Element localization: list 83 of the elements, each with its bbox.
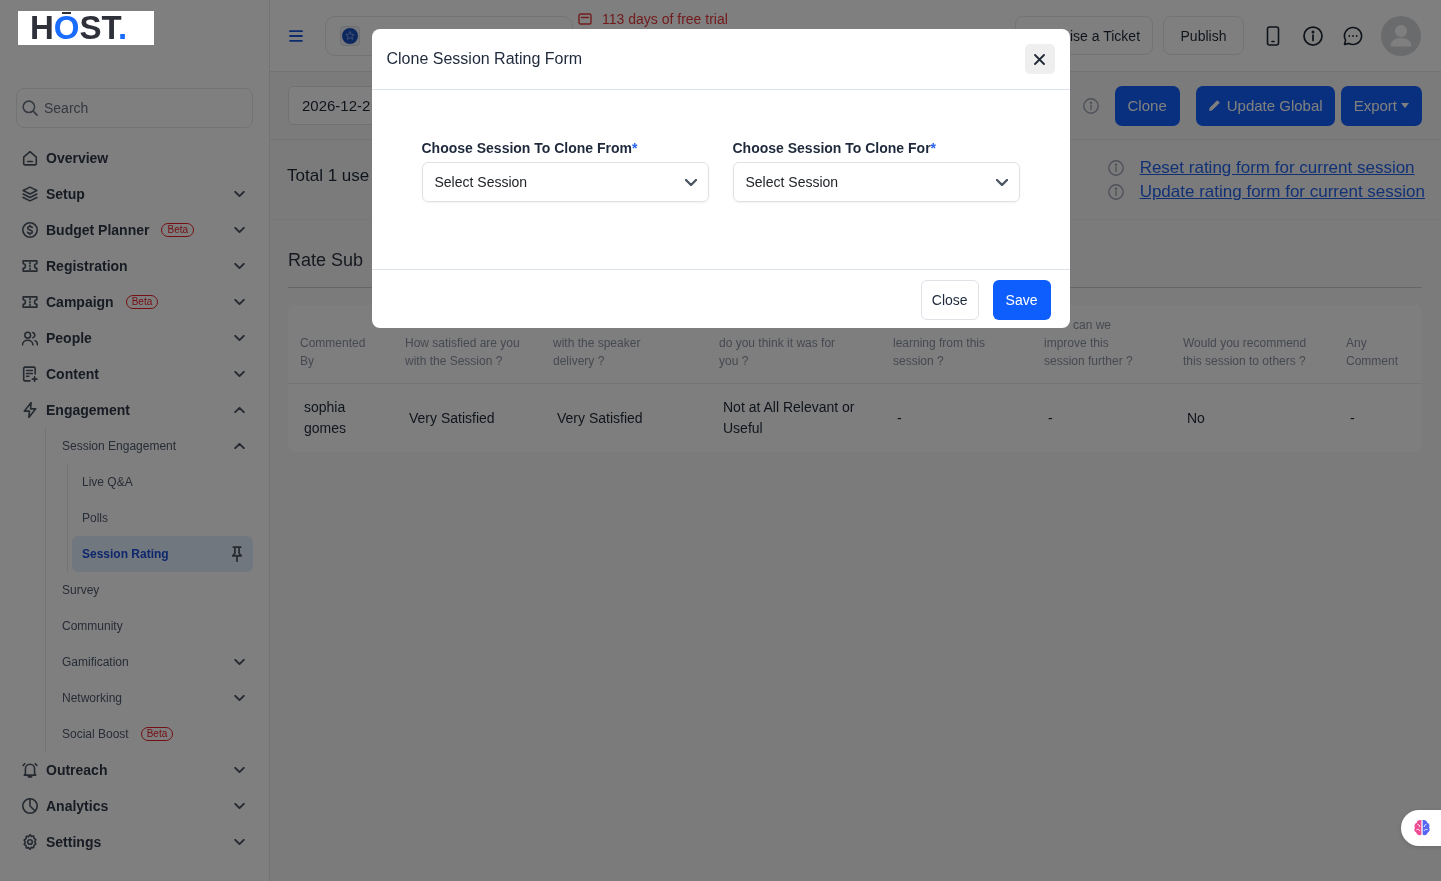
pin-icon[interactable] bbox=[229, 546, 245, 562]
nav-item[interactable]: Budget Planner Beta bbox=[16, 212, 253, 248]
chevron-down-icon bbox=[995, 178, 1008, 186]
pencil-icon bbox=[1207, 99, 1221, 112]
info-icon[interactable] bbox=[1303, 25, 1323, 46]
close-dialog-button[interactable]: Close bbox=[920, 280, 979, 320]
ticket-icon bbox=[22, 258, 38, 274]
column-header: Any Comment bbox=[1345, 335, 1399, 370]
pie-chart-icon bbox=[22, 798, 38, 814]
bell-icon bbox=[22, 762, 38, 778]
home-icon bbox=[22, 150, 38, 166]
table-cell-text: - bbox=[1349, 408, 1356, 428]
nav-item[interactable]: Polls bbox=[72, 500, 253, 536]
card-icon bbox=[578, 13, 592, 25]
menu-icon[interactable] bbox=[289, 29, 303, 42]
column-header: Would you recommend this session to others ? bbox=[1182, 335, 1308, 370]
ticket-icon bbox=[22, 294, 38, 310]
brain-icon bbox=[1412, 818, 1432, 838]
nav-item[interactable]: Setup bbox=[16, 176, 253, 212]
nav-item[interactable]: Session Rating bbox=[72, 536, 253, 572]
table-cell-text: - bbox=[896, 408, 903, 428]
clone-button[interactable]: Clone bbox=[1114, 85, 1180, 126]
dialog-title: Clone Session Rating Form bbox=[386, 50, 583, 68]
nav-item[interactable]: Outreach bbox=[16, 752, 253, 788]
nav-item[interactable]: Networking bbox=[46, 680, 253, 716]
layers-icon bbox=[22, 186, 38, 202]
caret-down-icon bbox=[1401, 103, 1409, 108]
save-button[interactable]: Save bbox=[992, 280, 1051, 320]
table-cell-text: Very Satisfied bbox=[408, 408, 496, 428]
column-header: can we improve this session further ? bbox=[1043, 317, 1134, 370]
nav-item[interactable]: Settings bbox=[16, 824, 253, 860]
table-cell-text: Very Satisfied bbox=[556, 408, 644, 428]
event-logo-icon bbox=[340, 25, 360, 46]
nav-item[interactable]: Survey bbox=[46, 572, 253, 608]
close-button[interactable] bbox=[1024, 44, 1055, 74]
info-icon bbox=[1082, 97, 1099, 114]
table-cell-text: Not at All Relevant or Useful bbox=[722, 398, 856, 438]
publish-button[interactable]: Publish bbox=[1163, 16, 1244, 55]
column-header: Commented By bbox=[299, 335, 367, 370]
search-field[interactable]: Search bbox=[16, 88, 253, 128]
nav-item[interactable]: Registration bbox=[16, 248, 253, 284]
document-plus-icon bbox=[22, 366, 38, 382]
nav-item[interactable]: Content bbox=[16, 356, 253, 392]
field-label: Choose Session To Clone From bbox=[421, 139, 633, 158]
required-asterisk: * bbox=[930, 139, 937, 158]
people-icon bbox=[22, 330, 38, 346]
total-users-text: Total 1 use bbox=[287, 165, 370, 187]
chevron-down-icon bbox=[684, 178, 697, 186]
gear-icon bbox=[22, 834, 38, 850]
field-label: Choose Session To Clone For bbox=[732, 139, 931, 158]
export-button[interactable]: Export bbox=[1340, 85, 1422, 126]
close-icon bbox=[1034, 53, 1045, 65]
required-asterisk: * bbox=[632, 139, 638, 158]
session-select[interactable]: Select Session bbox=[732, 162, 1020, 202]
chat-icon[interactable] bbox=[1343, 25, 1363, 46]
trial-notice: 113 days of free trial bbox=[602, 11, 728, 27]
nav-item[interactable]: Live Q&A bbox=[72, 464, 253, 500]
table-cell-text: sophia gomes bbox=[303, 398, 348, 438]
table-cell-text: - bbox=[1047, 408, 1054, 428]
nav-item[interactable]: Gamification bbox=[46, 644, 253, 680]
nav-item[interactable]: People bbox=[16, 320, 253, 356]
lightning-icon bbox=[22, 402, 38, 418]
nav-item[interactable]: Analytics bbox=[16, 788, 253, 824]
info-icon bbox=[1107, 184, 1124, 200]
session-select[interactable]: Select Session bbox=[421, 162, 709, 202]
search-icon bbox=[22, 100, 38, 116]
nav-item[interactable]: Overview bbox=[16, 140, 253, 176]
assistant-button[interactable] bbox=[1401, 810, 1441, 846]
form-action-link[interactable]: Update rating form for current session bbox=[1139, 182, 1425, 202]
table-cell-text: No bbox=[1186, 408, 1206, 428]
nav-item[interactable]: Engagement bbox=[16, 392, 253, 428]
column-header: How satisfied are you with the Session ? bbox=[404, 335, 521, 370]
nav-item[interactable]: Session Engagement bbox=[46, 428, 253, 464]
form-action-link[interactable]: Reset rating form for current session bbox=[1139, 158, 1415, 178]
info-icon bbox=[1107, 160, 1124, 176]
nav-item[interactable]: Campaign Beta bbox=[16, 284, 253, 320]
nav-item[interactable]: Community bbox=[46, 608, 253, 644]
update-global-button[interactable]: Update Global bbox=[1195, 85, 1335, 126]
nav-item[interactable]: Social Boost Beta bbox=[46, 716, 253, 752]
phone-icon[interactable] bbox=[1266, 25, 1280, 46]
column-header: with the speaker delivery ? bbox=[552, 335, 642, 370]
brand-logo: HOST. bbox=[18, 11, 154, 45]
dollar-circle-icon bbox=[22, 222, 38, 238]
